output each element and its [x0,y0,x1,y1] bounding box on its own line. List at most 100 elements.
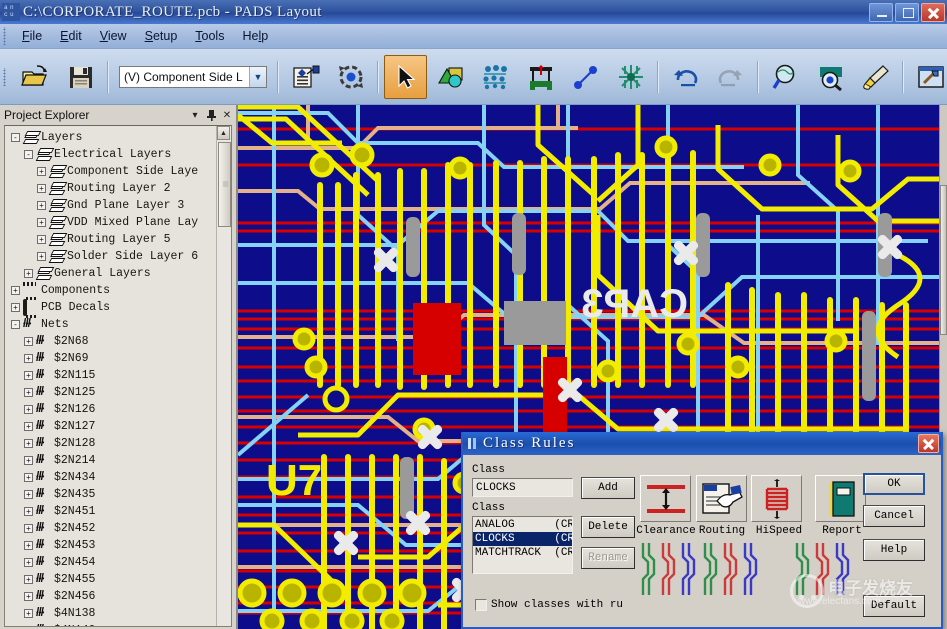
ok-button[interactable]: OK [863,473,925,495]
cam-button[interactable] [909,55,947,99]
toolbar-grip-handle[interactable] [1,68,9,86]
menu-grip-handle[interactable] [1,27,9,45]
pour-button[interactable] [474,55,517,99]
project-tree-scrollbar[interactable]: ▲ [216,126,231,626]
cancel-button[interactable]: Cancel [863,505,925,527]
close-icon[interactable]: ✕ [220,108,234,122]
tree-item-routing-layer-5[interactable]: +Routing Layer 5 [7,231,216,248]
tree-expander[interactable]: + [24,575,33,584]
tree-expander[interactable]: + [37,252,46,261]
tree-item-component-side-laye[interactable]: +Component Side Laye [7,163,216,180]
pushpin-icon[interactable] [204,108,218,122]
tree-item-2n456[interactable]: +$2N456 [7,588,216,605]
menu-file[interactable]: File [13,27,51,45]
clearance-rule-button[interactable] [640,475,691,522]
scroll-thumb[interactable] [218,142,231,227]
show-classes-checkbox[interactable]: Show classes with ru [475,599,623,611]
save-button[interactable] [59,55,102,99]
draft-button[interactable] [429,55,472,99]
tree-item-components[interactable]: +Components [7,282,216,299]
zoom-button[interactable] [764,55,807,99]
tree-expander[interactable]: + [24,269,33,278]
tree-item-2n434[interactable]: +$2N434 [7,469,216,486]
tree-expander[interactable]: + [24,507,33,516]
tree-expander[interactable]: + [24,456,33,465]
highlight-button[interactable] [854,55,897,99]
tree-expander[interactable]: + [37,184,46,193]
tree-item-2n451[interactable]: +$2N451 [7,503,216,520]
query-button[interactable] [809,55,852,99]
tree-item-nets[interactable]: -Nets [7,316,216,333]
tree-expander[interactable]: + [24,592,33,601]
tree-expander[interactable]: + [24,337,33,346]
delete-button[interactable]: Delete [581,516,635,538]
tree-expander[interactable]: - [11,133,20,142]
tree-expander[interactable]: - [24,150,33,159]
tree-item-vdd-mixed-plane-lay[interactable]: +VDD Mixed Plane Lay [7,214,216,231]
tree-item-pcb-decals[interactable]: +PCB Decals [7,299,216,316]
class-list-item[interactable]: MATCHTRACK (CR) [473,546,572,560]
tree-item-2n454[interactable]: +$2N454 [7,554,216,571]
tree-item-2n214[interactable]: +$2N214 [7,452,216,469]
tree-item-2n128[interactable]: +$2N128 [7,435,216,452]
tree-expander[interactable]: + [24,354,33,363]
tree-expander[interactable]: + [37,201,46,210]
menu-view[interactable]: View [91,27,136,45]
tree-expander[interactable]: + [24,473,33,482]
menu-edit[interactable]: Edit [51,27,91,45]
tree-expander[interactable]: + [11,303,20,312]
tree-expander[interactable]: + [37,218,46,227]
chevron-down-icon[interactable]: ▼ [249,67,266,87]
report-button[interactable] [815,475,866,522]
tree-expander[interactable]: + [24,439,33,448]
route-button[interactable] [564,55,607,99]
add-button[interactable]: Add [581,477,635,499]
help-button[interactable]: Help [863,539,925,561]
scroll-up-arrow-icon[interactable]: ▲ [217,126,230,140]
tree-expander[interactable]: + [24,405,33,414]
tree-item-2n125[interactable]: +$2N125 [7,384,216,401]
tree-expander[interactable]: + [24,371,33,380]
class-list[interactable]: ANALOG (CRH)CLOCKS (CRH)MATCHTRACK (CR) [472,516,573,574]
tree-expander[interactable]: + [24,524,33,533]
tree-expander[interactable]: + [24,541,33,550]
default-button[interactable]: Default [863,595,925,617]
close-button[interactable] [921,3,945,22]
tree-expander[interactable]: + [24,422,33,431]
menu-setup[interactable]: Setup [136,27,187,45]
class-list-item[interactable]: CLOCKS (CRH) [473,532,572,546]
redo-button[interactable] [709,55,752,99]
open-button[interactable] [14,55,57,99]
select-button[interactable] [384,55,427,99]
dialog-close-button[interactable] [918,434,939,453]
menu-help[interactable]: Help [233,27,277,45]
project-tree[interactable]: -Layers-Electrical Layers+Component Side… [5,126,216,626]
canvas-scroll-thumb[interactable] [940,185,947,335]
hispeed-rule-button[interactable] [751,475,802,522]
tree-item-4n138[interactable]: +$4N138 [7,605,216,622]
tree-expander[interactable]: + [24,558,33,567]
class-name-input[interactable]: CLOCKS [472,478,573,497]
tree-item-layers[interactable]: -Layers [7,129,216,146]
routing-rule-button[interactable] [696,475,747,522]
minimize-button[interactable] [869,3,893,22]
design-rules-button[interactable] [284,55,327,99]
tree-expander[interactable]: + [37,235,46,244]
tree-expander[interactable]: + [24,609,33,618]
tree-item-2n68[interactable]: +$2N68 [7,333,216,350]
tree-item-general-layers[interactable]: +General Layers [7,265,216,282]
tree-item-2n115[interactable]: +$2N115 [7,367,216,384]
tree-item-electrical-layers[interactable]: -Electrical Layers [7,146,216,163]
tree-expander[interactable]: + [11,286,20,295]
undo-button[interactable] [664,55,707,99]
tree-item-4n140[interactable]: +$4N140 [7,622,216,626]
chevron-down-icon[interactable]: ▾ [188,108,202,122]
board-outline-button[interactable] [519,55,562,99]
tree-item-gnd-plane-layer-3[interactable]: +Gnd Plane Layer 3 [7,197,216,214]
tree-expander[interactable]: + [24,490,33,499]
tree-item-2n453[interactable]: +$2N453 [7,537,216,554]
tree-item-2n69[interactable]: +$2N69 [7,350,216,367]
tree-item-2n452[interactable]: +$2N452 [7,520,216,537]
tree-item-routing-layer-2[interactable]: +Routing Layer 2 [7,180,216,197]
layer-combo[interactable]: (V) Component Side L ▼ [119,66,267,88]
